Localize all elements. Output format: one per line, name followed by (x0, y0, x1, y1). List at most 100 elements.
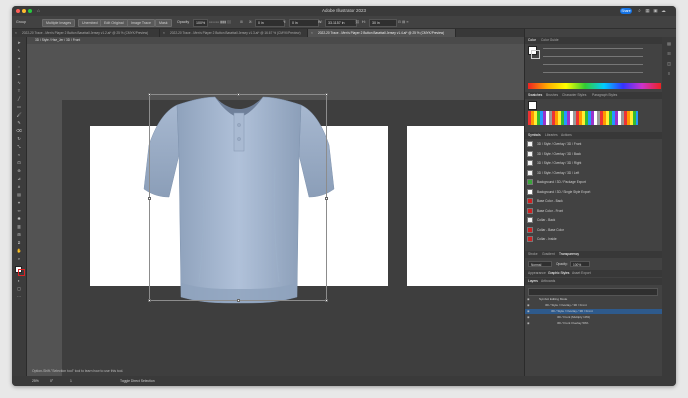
y-field[interactable]: 0 in (289, 19, 319, 27)
resize-handle[interactable] (148, 197, 151, 200)
paintbrush-tool-icon[interactable]: 🖌 (15, 112, 23, 118)
zoom-tool-icon[interactable]: ⌕ (15, 256, 23, 262)
color-slider-k[interactable] (543, 72, 643, 73)
swatch-grid[interactable] (528, 111, 638, 125)
tab-actions[interactable]: Actions (561, 132, 572, 139)
screen-mode-icon[interactable]: ▢ (15, 286, 23, 292)
layer-row[interactable]: ◉ 3D / Front Overlay 50% (525, 321, 663, 326)
resize-handle[interactable] (325, 197, 328, 200)
more-options-icon[interactable]: ⊟ ▤ ≡ (398, 18, 409, 26)
edit-toolbar-icon[interactable]: ··· (15, 294, 23, 300)
perspective-grid-tool-icon[interactable]: ⊿ (15, 176, 23, 182)
search-icon[interactable]: ⌕ (637, 8, 642, 13)
visibility-eye-icon[interactable]: ◉ (527, 303, 530, 308)
magic-wand-tool-icon[interactable]: ✦ (15, 56, 23, 62)
symbol-list-item[interactable]: Collar - Base Color (527, 226, 659, 234)
workspace-icon[interactable]: ▣ (653, 8, 658, 13)
tab-artboards[interactable]: Artboards (541, 278, 555, 285)
free-transform-tool-icon[interactable]: ⊡ (15, 160, 23, 166)
status-tool-label[interactable]: Toggle Direct Selection (120, 376, 155, 386)
shape-builder-tool-icon[interactable]: ⊕ (15, 168, 23, 174)
symbol-list-item[interactable]: Base Color - Back (527, 197, 659, 205)
w-field[interactable]: 33.1157 in (325, 19, 357, 27)
type-tool-icon[interactable]: T (15, 88, 23, 94)
selection-bounding-box[interactable] (148, 93, 328, 302)
tab-character-styles[interactable]: Character Styles (562, 92, 586, 99)
close-tab-icon[interactable]: × (311, 29, 313, 37)
tab-symbols[interactable]: Symbols (528, 132, 541, 139)
document-tab[interactable]: × 2022-20 Trace - Men's Player 2 Button B… (160, 29, 308, 37)
h-field[interactable]: 30 in (369, 19, 397, 27)
selection-tool-icon[interactable]: ➤ (15, 40, 23, 46)
tab-swatches[interactable]: Swatches (528, 92, 542, 99)
tab-graphic-styles[interactable]: Graphic Styles (548, 270, 569, 277)
tab-stroke[interactable]: Stroke (528, 251, 538, 258)
graph-tool-icon[interactable]: ▥ (15, 224, 23, 230)
layers-search-input[interactable] (528, 288, 658, 296)
layers-icon[interactable]: ◫ (666, 61, 672, 67)
cloud-icon[interactable]: ☁ (661, 8, 666, 13)
blend-tool-icon[interactable]: ∞ (15, 208, 23, 214)
curvature-tool-icon[interactable]: ∿ (15, 80, 23, 86)
symbol-list-item[interactable]: Background / 3D / Single Style Export (527, 188, 659, 196)
visibility-eye-icon[interactable]: ◉ (527, 315, 530, 320)
close-tab-icon[interactable]: × (163, 29, 165, 37)
drawing-modes-icon[interactable]: ◐ (15, 278, 23, 284)
rotation-angle[interactable]: 0° (50, 376, 53, 386)
mask-button[interactable]: Mask (155, 19, 172, 27)
symbol-list-item[interactable]: Background / 3D / Package Export (527, 178, 659, 186)
scale-tool-icon[interactable]: ⤡ (15, 144, 23, 150)
color-slider-c[interactable] (543, 48, 643, 49)
direct-selection-tool-icon[interactable]: ↖ (15, 48, 23, 54)
stroke-swatch[interactable] (531, 50, 540, 59)
layer-row[interactable]: ◉ 3D / Front (Multiply 10%) (525, 315, 663, 320)
tab-appearance[interactable]: Appearance (528, 270, 546, 277)
resize-handle[interactable] (237, 299, 240, 302)
tab-brushes[interactable]: Brushes (546, 92, 558, 99)
color-slider-y[interactable] (543, 64, 643, 65)
artboard-tool-icon[interactable]: ⊞ (15, 232, 23, 238)
document-tab-active[interactable]: × 2022-20 Trace - Men's Player 2 Button B… (308, 29, 456, 37)
artboard-number[interactable]: 1 (70, 376, 72, 386)
visibility-eye-icon[interactable]: ◉ (527, 309, 530, 314)
swatch-fill[interactable] (528, 101, 537, 110)
visibility-eye-icon[interactable]: ◉ (527, 297, 530, 302)
resize-handle[interactable] (148, 93, 151, 96)
lasso-tool-icon[interactable]: ◌ (15, 64, 23, 70)
symbol-list-item[interactable]: 3D / Style / Overlay / 3D / Front (527, 140, 659, 148)
zoom-level[interactable]: 25% (32, 376, 39, 386)
properties-icon[interactable]: ▤ (666, 41, 672, 47)
x-field[interactable]: 0 in (255, 19, 285, 27)
layer-row[interactable]: ◉ 3D / Style / Overlay / 3D / Front (525, 303, 663, 308)
pencil-tool-icon[interactable]: ✎ (15, 120, 23, 126)
symbol-list-item[interactable]: 3D / Style / Overlay / 3D / Back (527, 150, 659, 158)
gradient-tool-icon[interactable]: ▤ (15, 192, 23, 198)
tab-transparency[interactable]: Transparency (559, 251, 579, 258)
tab-layers[interactable]: Layers (528, 278, 538, 285)
transform-icon[interactable]: ⊞ (240, 18, 243, 26)
symbol-list-item[interactable]: 3D / Style / Overlay / 3D / Right (527, 159, 659, 167)
tab-color[interactable]: Color (528, 37, 536, 44)
resize-handle[interactable] (237, 93, 240, 96)
mesh-tool-icon[interactable]: # (15, 184, 23, 190)
opacity-field[interactable]: 100% (570, 261, 590, 267)
arrange-icon[interactable]: ▦ (645, 8, 650, 13)
rotate-tool-icon[interactable]: ↻ (15, 136, 23, 142)
symbol-list-item[interactable]: Collar - Back (527, 216, 659, 224)
slice-tool-icon[interactable]: ⧄ (15, 240, 23, 246)
color-spectrum[interactable] (528, 83, 661, 89)
fill-stroke-swatch-icon[interactable] (15, 266, 25, 276)
multiple-images-dropdown[interactable]: Multiple Images (42, 19, 76, 27)
opacity-field[interactable]: 100% (193, 19, 209, 27)
pen-tool-icon[interactable]: ✒ (15, 72, 23, 78)
symbol-sprayer-tool-icon[interactable]: ✺ (15, 216, 23, 222)
tab-color-guide[interactable]: Color Guide (541, 37, 559, 44)
layer-row[interactable]: ◉ Symbol Editing Mode (525, 297, 663, 302)
document-tab[interactable]: × 2022-20 Trace - Men's Player 2 Button B… (12, 29, 160, 37)
document-canvas[interactable]: 3D / Style / Hse_Jer / 3D / Front (27, 37, 524, 376)
image-trace-button[interactable]: Image Trace (127, 19, 155, 27)
link-icon[interactable]: ⛓ (355, 18, 360, 26)
share-button[interactable]: Share (620, 8, 632, 14)
resize-handle[interactable] (148, 299, 151, 302)
tab-paragraph-styles[interactable]: Paragraph Styles (592, 92, 617, 99)
